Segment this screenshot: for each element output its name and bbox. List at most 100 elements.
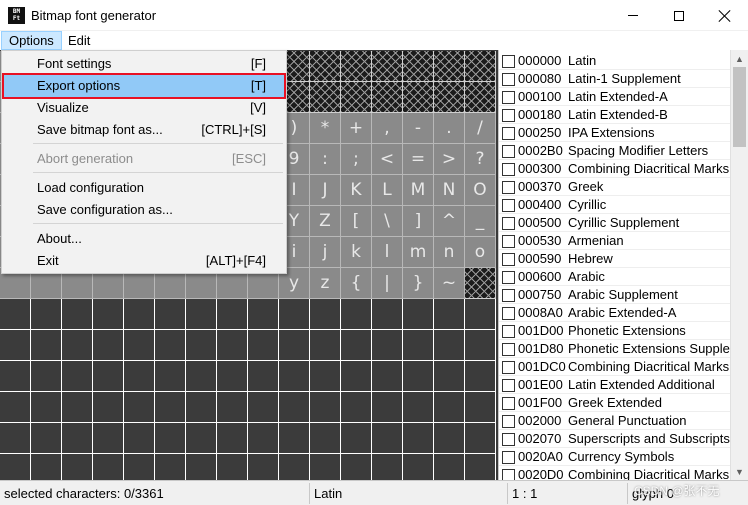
grid-cell-empty[interactable] xyxy=(341,454,372,480)
grid-cell-empty[interactable] xyxy=(0,454,31,480)
grid-cell-empty[interactable] xyxy=(62,392,93,423)
subset-checkbox[interactable] xyxy=(502,199,515,212)
grid-cell-glyph[interactable]: ? xyxy=(465,144,496,175)
grid-cell-glyph[interactable]: ~ xyxy=(434,268,465,299)
grid-cell-empty[interactable] xyxy=(341,299,372,330)
grid-cell-empty[interactable] xyxy=(93,330,124,361)
grid-cell-empty[interactable] xyxy=(93,299,124,330)
grid-cell-empty[interactable] xyxy=(62,423,93,454)
list-item[interactable]: 000100 Latin Extended-A xyxy=(499,88,730,106)
menu-item-export-options[interactable]: Export options [T] xyxy=(2,73,286,99)
maximize-button[interactable] xyxy=(656,0,702,31)
subset-checkbox[interactable] xyxy=(502,91,515,104)
grid-cell-glyph[interactable]: - xyxy=(403,113,434,144)
grid-cell-empty[interactable] xyxy=(310,361,341,392)
grid-cell-empty[interactable] xyxy=(279,454,310,480)
grid-cell-unavailable[interactable] xyxy=(465,82,496,113)
grid-cell-empty[interactable] xyxy=(186,299,217,330)
grid-cell-empty[interactable] xyxy=(186,392,217,423)
grid-cell-empty[interactable] xyxy=(217,423,248,454)
grid-cell-empty[interactable] xyxy=(341,423,372,454)
grid-cell-glyph[interactable]: _ xyxy=(465,206,496,237)
grid-cell-empty[interactable] xyxy=(217,330,248,361)
subset-checkbox[interactable] xyxy=(502,217,515,230)
subset-checkbox[interactable] xyxy=(502,469,515,480)
list-item[interactable]: 001DC0 Combining Diacritical Marks xyxy=(499,358,730,376)
list-item[interactable]: 000500 Cyrillic Supplement xyxy=(499,214,730,232)
list-item[interactable]: 0008A0 Arabic Extended-A xyxy=(499,304,730,322)
grid-cell-unavailable[interactable] xyxy=(372,51,403,82)
grid-cell-empty[interactable] xyxy=(403,299,434,330)
list-item[interactable]: 000370 Greek xyxy=(499,178,730,196)
grid-cell-glyph[interactable]: { xyxy=(341,268,372,299)
grid-cell-unavailable[interactable] xyxy=(465,268,496,299)
subset-checkbox[interactable] xyxy=(502,451,515,464)
grid-cell-empty[interactable] xyxy=(124,423,155,454)
grid-cell-empty[interactable] xyxy=(434,392,465,423)
subset-checkbox[interactable] xyxy=(502,145,515,158)
grid-cell-empty[interactable] xyxy=(186,330,217,361)
grid-cell-glyph[interactable]: ] xyxy=(403,206,434,237)
list-item[interactable]: 000000 Latin xyxy=(499,52,730,70)
grid-cell-glyph[interactable]: z xyxy=(310,268,341,299)
grid-cell-empty[interactable] xyxy=(248,423,279,454)
grid-cell-glyph[interactable]: o xyxy=(465,237,496,268)
subset-checkbox[interactable] xyxy=(502,109,515,122)
grid-cell-unavailable[interactable] xyxy=(310,82,341,113)
grid-cell-empty[interactable] xyxy=(403,392,434,423)
grid-cell-unavailable[interactable] xyxy=(465,51,496,82)
grid-cell-empty[interactable] xyxy=(310,454,341,480)
grid-cell-empty[interactable] xyxy=(124,454,155,480)
grid-cell-empty[interactable] xyxy=(279,423,310,454)
menu-options[interactable]: Options xyxy=(1,31,62,50)
grid-cell-glyph[interactable]: l xyxy=(372,237,403,268)
grid-cell-empty[interactable] xyxy=(124,392,155,423)
grid-cell-empty[interactable] xyxy=(372,392,403,423)
grid-cell-empty[interactable] xyxy=(186,423,217,454)
subset-checkbox[interactable] xyxy=(502,163,515,176)
list-item[interactable]: 000180 Latin Extended-B xyxy=(499,106,730,124)
grid-cell-empty[interactable] xyxy=(248,299,279,330)
grid-cell-empty[interactable] xyxy=(465,423,496,454)
minimize-button[interactable] xyxy=(610,0,656,31)
list-item[interactable]: 0020D0 Combining Diacritical Marks xyxy=(499,466,730,480)
grid-cell-empty[interactable] xyxy=(62,361,93,392)
grid-cell-glyph[interactable]: L xyxy=(372,175,403,206)
subset-checkbox[interactable] xyxy=(502,325,515,338)
grid-cell-empty[interactable] xyxy=(434,454,465,480)
grid-cell-empty[interactable] xyxy=(465,330,496,361)
grid-cell-glyph[interactable]: n xyxy=(434,237,465,268)
close-button[interactable] xyxy=(702,0,748,31)
subset-checkbox[interactable] xyxy=(502,127,515,140)
grid-cell-empty[interactable] xyxy=(93,361,124,392)
grid-cell-empty[interactable] xyxy=(403,361,434,392)
grid-cell-empty[interactable] xyxy=(310,299,341,330)
grid-cell-empty[interactable] xyxy=(0,361,31,392)
subset-checkbox[interactable] xyxy=(502,55,515,68)
grid-cell-empty[interactable] xyxy=(124,330,155,361)
grid-cell-empty[interactable] xyxy=(31,392,62,423)
scroll-up-icon[interactable]: ▲ xyxy=(731,50,748,67)
subset-checkbox[interactable] xyxy=(502,379,515,392)
scroll-thumb[interactable] xyxy=(733,67,746,147)
menu-item-exit[interactable]: Exit [ALT]+[F4] xyxy=(4,250,284,272)
grid-cell-empty[interactable] xyxy=(217,361,248,392)
grid-cell-unavailable[interactable] xyxy=(403,82,434,113)
grid-cell-empty[interactable] xyxy=(217,299,248,330)
subset-checkbox[interactable] xyxy=(502,343,515,356)
grid-cell-glyph[interactable]: ; xyxy=(341,144,372,175)
grid-cell-empty[interactable] xyxy=(248,361,279,392)
grid-cell-empty[interactable] xyxy=(279,299,310,330)
grid-cell-glyph[interactable]: } xyxy=(403,268,434,299)
scroll-down-icon[interactable]: ▼ xyxy=(731,463,748,480)
subset-checkbox[interactable] xyxy=(502,73,515,86)
grid-cell-empty[interactable] xyxy=(341,361,372,392)
list-item[interactable]: 000400 Cyrillic xyxy=(499,196,730,214)
grid-cell-glyph[interactable]: K xyxy=(341,175,372,206)
grid-cell-empty[interactable] xyxy=(465,299,496,330)
grid-cell-empty[interactable] xyxy=(31,299,62,330)
grid-cell-glyph[interactable]: < xyxy=(372,144,403,175)
list-item[interactable]: 000600 Arabic xyxy=(499,268,730,286)
grid-cell-empty[interactable] xyxy=(403,423,434,454)
grid-cell-empty[interactable] xyxy=(93,454,124,480)
